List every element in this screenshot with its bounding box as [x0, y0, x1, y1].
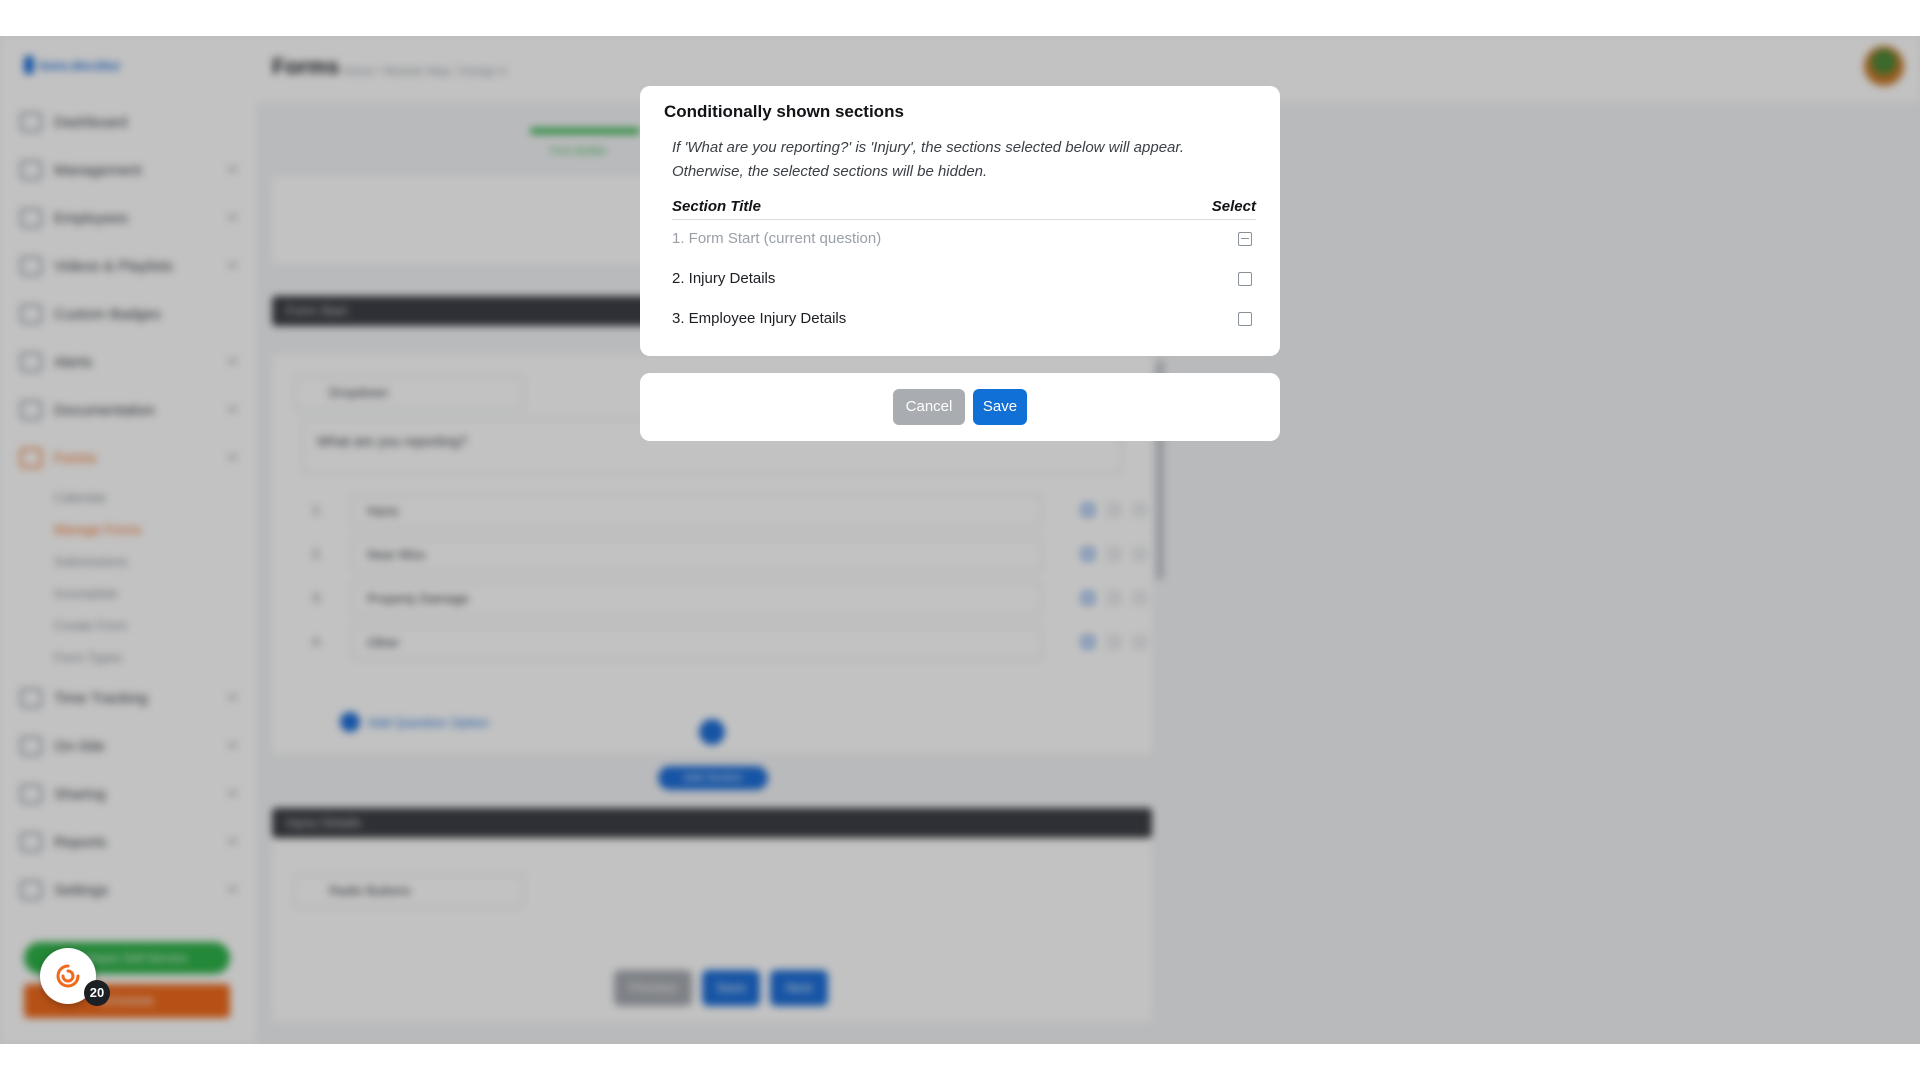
- dialog-title: Conditionally shown sections: [664, 102, 904, 121]
- section-label: 3. Employee Injury Details: [672, 310, 847, 327]
- cancel-button[interactable]: Cancel: [893, 389, 965, 425]
- table-header: Section Title Select: [672, 196, 1256, 220]
- swirl-logo-icon: [56, 964, 80, 988]
- section-label: 2. Injury Details: [672, 270, 776, 287]
- save-button[interactable]: Save: [973, 389, 1027, 425]
- description-line: If 'What are you reporting?' is 'Injury'…: [672, 139, 1184, 156]
- section-checkbox[interactable]: [1238, 272, 1252, 286]
- dialog-footer: Cancel Save: [640, 373, 1280, 441]
- conditional-sections-dialog: Conditionally shown sections If 'What ar…: [640, 86, 1280, 356]
- section-label: 1. Form Start (current question): [672, 230, 882, 247]
- column-header-select: Select: [1211, 198, 1256, 215]
- app-window: kore.dev.blur Dashboard Management Emplo…: [0, 36, 1920, 1044]
- dialog-description: If 'What are you reporting?' is 'Injury'…: [672, 136, 1262, 184]
- description-line: Otherwise, the selected sections will be…: [672, 163, 988, 180]
- section-checkbox[interactable]: [1238, 312, 1252, 326]
- table-row: 3. Employee Injury Details: [672, 300, 1256, 340]
- help-widget-button[interactable]: 20: [40, 948, 110, 1006]
- notification-count-badge: 20: [84, 980, 110, 1006]
- section-checkbox: [1238, 232, 1252, 246]
- column-header-section-title: Section Title: [672, 198, 761, 215]
- table-row: 2. Injury Details: [672, 260, 1256, 300]
- table-row: 1. Form Start (current question): [672, 220, 1256, 260]
- sections-table: Section Title Select 1. Form Start (curr…: [672, 196, 1256, 340]
